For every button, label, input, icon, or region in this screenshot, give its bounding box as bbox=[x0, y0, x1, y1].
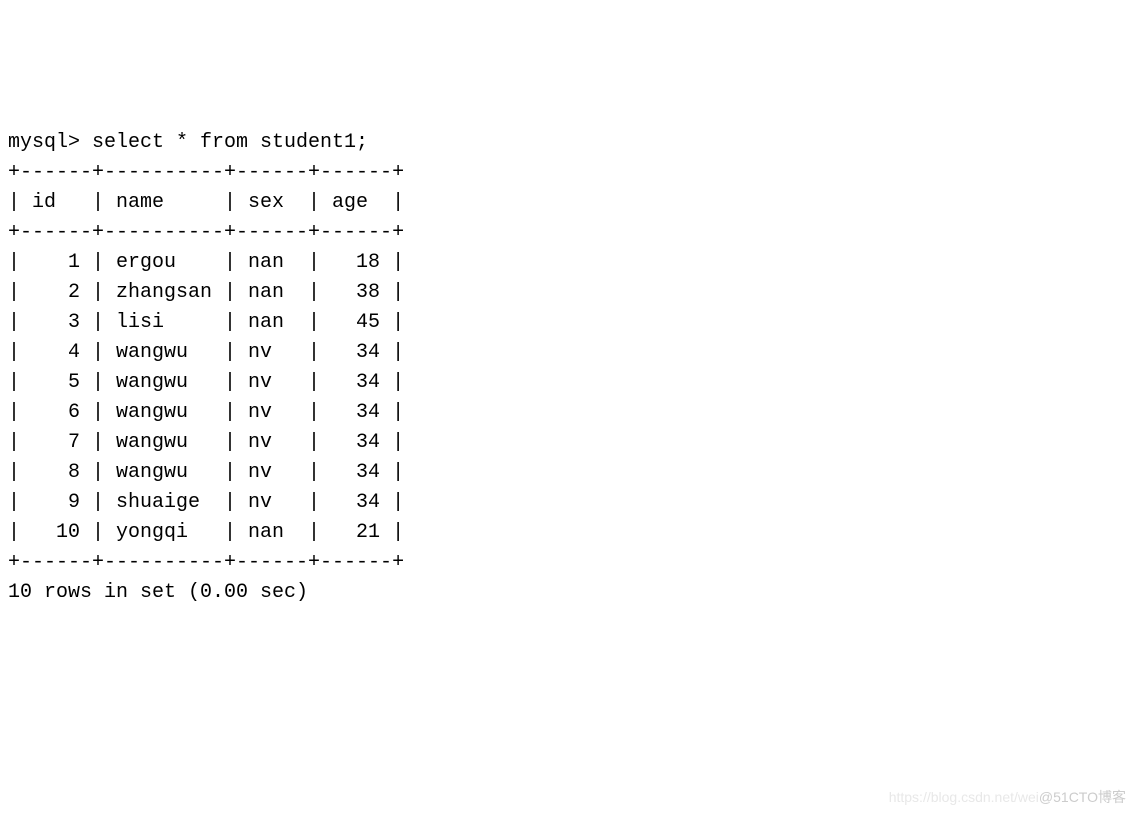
table-border-bottom: +------+----------+------+------+ bbox=[8, 551, 404, 574]
table-row: | 1 | ergou | nan | 18 | bbox=[8, 251, 404, 274]
result-footer: 10 rows in set (0.00 sec) bbox=[8, 581, 308, 604]
watermark: https://blog.csdn.net/wei@51CTO博客 bbox=[889, 787, 1126, 808]
mysql-prompt: mysql> bbox=[8, 131, 92, 154]
table-row: | 5 | wangwu | nv | 34 | bbox=[8, 371, 404, 394]
table-header-row: | id | name | sex | age | bbox=[8, 191, 404, 214]
terminal-output: mysql> select * from student1; +------+-… bbox=[8, 128, 1128, 608]
watermark-text: @51CTO博客 bbox=[1039, 789, 1126, 805]
table-border-top: +------+----------+------+------+ bbox=[8, 161, 404, 184]
table-row: | 2 | zhangsan | nan | 38 | bbox=[8, 281, 404, 304]
table-row: | 9 | shuaige | nv | 34 | bbox=[8, 491, 404, 514]
sql-query: select * from student1; bbox=[92, 131, 368, 154]
table-row: | 3 | lisi | nan | 45 | bbox=[8, 311, 404, 334]
table-row: | 4 | wangwu | nv | 34 | bbox=[8, 341, 404, 364]
table-row: | 6 | wangwu | nv | 34 | bbox=[8, 401, 404, 424]
table-border-mid: +------+----------+------+------+ bbox=[8, 221, 404, 244]
table-row: | 10 | yongqi | nan | 21 | bbox=[8, 521, 404, 544]
watermark-url: https://blog.csdn.net/wei bbox=[889, 789, 1039, 805]
table-row: | 7 | wangwu | nv | 34 | bbox=[8, 431, 404, 454]
table-row: | 8 | wangwu | nv | 34 | bbox=[8, 461, 404, 484]
